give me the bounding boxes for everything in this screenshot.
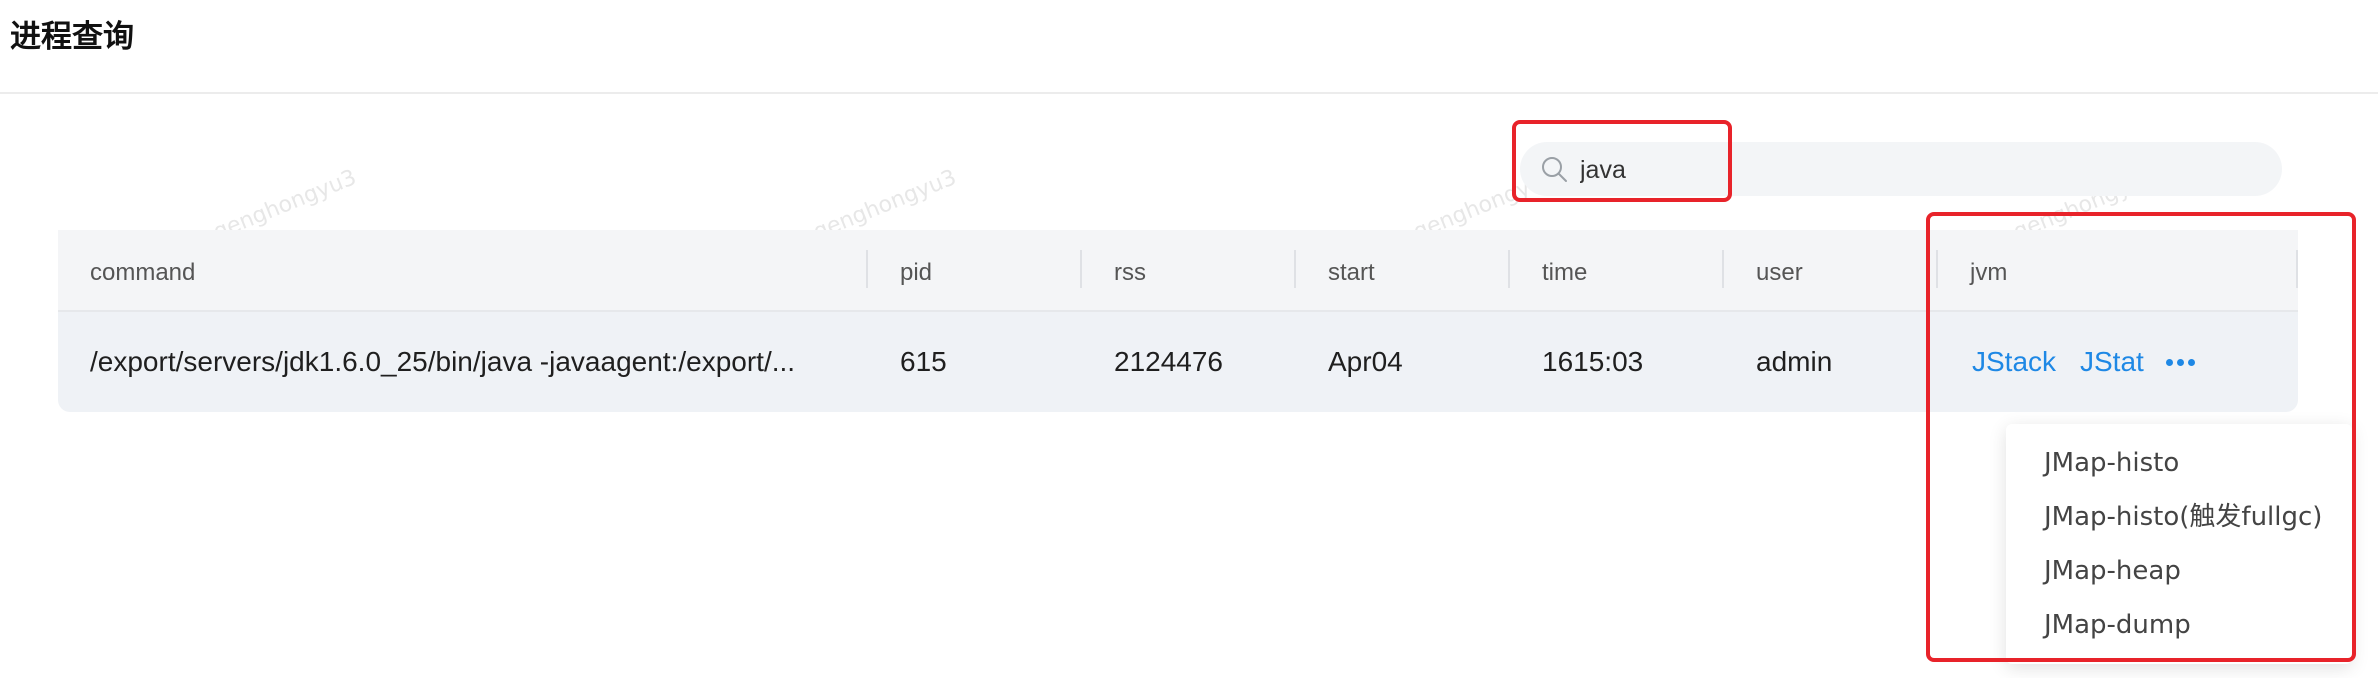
cell-user: admin [1756,346,1833,377]
table-header: command pid rss start time user jvm [58,230,2298,312]
cell-pid: 615 [900,346,947,377]
column-header-user: user [1756,259,1803,286]
column-header-start: start [1328,259,1375,286]
cell-start: Apr04 [1328,346,1403,377]
column-divider [866,250,868,288]
jstack-link[interactable]: JStack [1972,346,2056,377]
column-divider [1936,250,1938,288]
search-box[interactable] [1520,142,2282,196]
column-header-command: command [90,259,196,286]
jvm-more-dropdown: JMap-histo JMap-histo(触发fullgc) JMap-hea… [2006,424,2352,664]
menu-item-jmap-heap[interactable]: JMap-heap [2044,546,2181,596]
column-header-pid: pid [900,259,933,286]
column-divider [1722,250,1724,288]
column-header-time: time [1542,259,1588,286]
column-divider [1294,250,1296,288]
header-divider [0,92,2378,94]
menu-item-jmap-histo[interactable]: JMap-histo [2044,438,2179,488]
column-header-rss: rss [1114,259,1146,286]
cell-time: 1615:03 [1542,346,1644,377]
cell-jvm-actions: JStack [1972,312,2056,412]
page-title: 进程查询 [10,19,134,55]
cell-command: /export/servers/jdk1.6.0_25/bin/java -ja… [90,346,796,377]
column-divider [1080,250,1082,288]
column-divider [1508,250,1510,288]
jstat-link[interactable]: JStat [2080,346,2144,377]
more-horizontal-icon[interactable] [2166,355,2196,369]
menu-item-jmap-histo-fullgc[interactable]: JMap-histo(触发fullgc) [2044,492,2322,542]
page: 进程查询 genghongyu3 genghongyu3 genghongyu3… [0,0,2378,678]
search-icon [1542,157,1567,182]
process-table: command pid rss start time user jvm /exp… [58,230,2298,412]
cell-jvm-actions: JStat [2080,312,2144,412]
menu-item-jmap-dump[interactable]: JMap-dump [2044,600,2191,650]
search-input[interactable] [1578,151,2242,189]
column-divider [2296,250,2298,288]
cell-rss: 2124476 [1114,346,1224,377]
column-header-jvm: jvm [1970,259,2008,286]
table-row: /export/servers/jdk1.6.0_25/bin/java -ja… [58,312,2298,412]
